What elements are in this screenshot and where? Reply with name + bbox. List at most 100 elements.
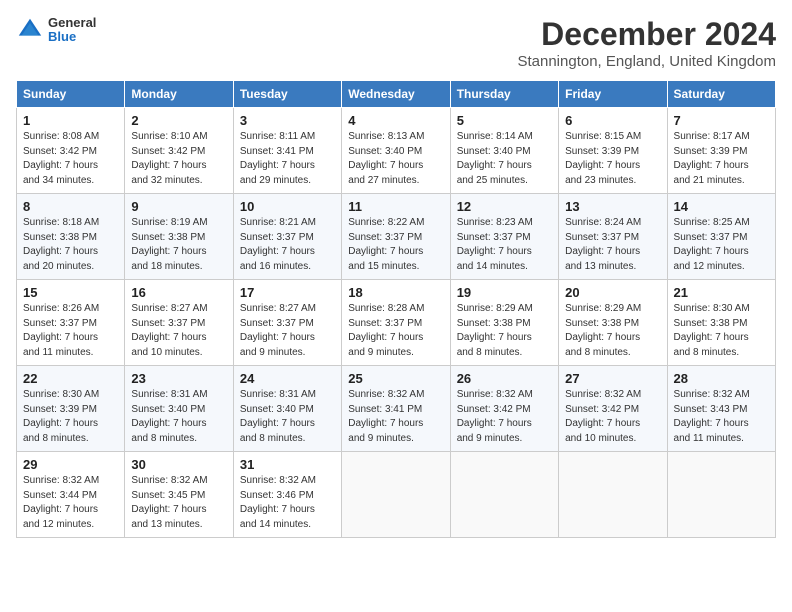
logo-icon [16,16,44,44]
day-number: 14 [674,199,769,214]
day-info: Sunrise: 8:19 AMSunset: 3:38 PMDaylight:… [131,216,226,274]
day-number: 12 [457,199,552,214]
day-info: Sunrise: 8:29 AMSunset: 3:38 PMDaylight:… [457,302,552,360]
day-number: 16 [131,285,226,300]
day-number: 23 [131,371,226,386]
day-number: 27 [565,371,660,386]
day-number: 19 [457,285,552,300]
col-header-monday: Monday [125,81,233,108]
calendar-cell: 18 Sunrise: 8:28 AMSunset: 3:37 PMDayligh… [342,280,450,366]
calendar-cell: 5Sunrise: 8:14 AMSunset: 3:40 PMDaylight… [450,108,558,194]
calendar-cell: 8 Sunrise: 8:18 AMSunset: 3:38 PMDaylight… [17,194,125,280]
day-info: Sunrise: 8:32 AMSunset: 3:42 PMDaylight:… [457,388,552,446]
day-number: 6 [565,113,660,128]
day-number: 20 [565,285,660,300]
day-number: 18 [348,285,443,300]
day-number: 2 [131,113,226,128]
day-number: 9 [131,199,226,214]
calendar-cell [342,452,450,538]
day-info: Sunrise: 8:27 AMSunset: 3:37 PMDaylight:… [240,302,335,360]
day-number: 25 [348,371,443,386]
day-info: Sunrise: 8:30 AMSunset: 3:38 PMDaylight:… [674,302,769,360]
day-info: Sunrise: 8:28 AMSunset: 3:37 PMDaylight:… [348,302,443,360]
day-number: 26 [457,371,552,386]
day-info: Sunrise: 8:14 AMSunset: 3:40 PMDaylight:… [457,130,552,188]
day-number: 4 [348,113,443,128]
day-number: 11 [348,199,443,214]
col-header-friday: Friday [559,81,667,108]
calendar-cell: 16 Sunrise: 8:27 AMSunset: 3:37 PMDayligh… [125,280,233,366]
calendar-cell: 9 Sunrise: 8:19 AMSunset: 3:38 PMDaylight… [125,194,233,280]
col-header-tuesday: Tuesday [233,81,341,108]
calendar-cell [559,452,667,538]
day-number: 1 [23,113,118,128]
location: Stannington, England, United Kingdom [517,53,776,70]
day-number: 8 [23,199,118,214]
day-number: 30 [131,457,226,472]
day-info: Sunrise: 8:13 AMSunset: 3:40 PMDaylight:… [348,130,443,188]
calendar-cell: 23 Sunrise: 8:31 AMSunset: 3:40 PMDayligh… [125,366,233,452]
calendar-cell: 7 Sunrise: 8:17 AMSunset: 3:39 PMDaylight… [667,108,775,194]
col-header-sunday: Sunday [17,81,125,108]
logo: General Blue [16,16,96,45]
day-info: Sunrise: 8:23 AMSunset: 3:37 PMDaylight:… [457,216,552,274]
calendar-table: SundayMondayTuesdayWednesdayThursdayFrid… [16,80,776,538]
calendar-header-row: SundayMondayTuesdayWednesdayThursdayFrid… [17,81,776,108]
calendar-cell: 15Sunrise: 8:26 AMSunset: 3:37 PMDayligh… [17,280,125,366]
calendar-cell: 25 Sunrise: 8:32 AMSunset: 3:41 PMDayligh… [342,366,450,452]
day-info: Sunrise: 8:31 AMSunset: 3:40 PMDaylight:… [131,388,226,446]
calendar-cell: 13Sunrise: 8:24 AMSunset: 3:37 PMDayligh… [559,194,667,280]
day-info: Sunrise: 8:32 AMSunset: 3:44 PMDaylight:… [23,474,118,532]
day-info: Sunrise: 8:21 AMSunset: 3:37 PMDaylight:… [240,216,335,274]
calendar-week-row: 8 Sunrise: 8:18 AMSunset: 3:38 PMDaylight… [17,194,776,280]
calendar-cell: 22 Sunrise: 8:30 AMSunset: 3:39 PMDayligh… [17,366,125,452]
calendar-cell: 11 Sunrise: 8:22 AMSunset: 3:37 PMDayligh… [342,194,450,280]
day-info: Sunrise: 8:27 AMSunset: 3:37 PMDaylight:… [131,302,226,360]
day-number: 22 [23,371,118,386]
day-info: Sunrise: 8:29 AMSunset: 3:38 PMDaylight:… [565,302,660,360]
calendar-cell: 28Sunrise: 8:32 AMSunset: 3:43 PMDayligh… [667,366,775,452]
calendar-cell: 19 Sunrise: 8:29 AMSunset: 3:38 PMDayligh… [450,280,558,366]
day-number: 24 [240,371,335,386]
col-header-wednesday: Wednesday [342,81,450,108]
day-number: 7 [674,113,769,128]
calendar-cell: 4 Sunrise: 8:13 AMSunset: 3:40 PMDaylight… [342,108,450,194]
day-number: 31 [240,457,335,472]
day-info: Sunrise: 8:24 AMSunset: 3:37 PMDaylight:… [565,216,660,274]
day-number: 21 [674,285,769,300]
calendar-cell: 30Sunrise: 8:32 AMSunset: 3:45 PMDayligh… [125,452,233,538]
day-info: Sunrise: 8:22 AMSunset: 3:37 PMDaylight:… [348,216,443,274]
calendar-cell: 12 Sunrise: 8:23 AMSunset: 3:37 PMDayligh… [450,194,558,280]
title-block: December 2024 Stannington, England, Unit… [517,16,776,70]
day-number: 15 [23,285,118,300]
calendar-cell: 2Sunrise: 8:10 AMSunset: 3:42 PMDaylight… [125,108,233,194]
calendar-cell: 26 Sunrise: 8:32 AMSunset: 3:42 PMDayligh… [450,366,558,452]
day-number: 28 [674,371,769,386]
day-info: Sunrise: 8:18 AMSunset: 3:38 PMDaylight:… [23,216,118,274]
calendar-week-row: 22 Sunrise: 8:30 AMSunset: 3:39 PMDayligh… [17,366,776,452]
logo-general: General [48,16,96,30]
logo-blue: Blue [48,30,96,44]
day-info: Sunrise: 8:25 AMSunset: 3:37 PMDaylight:… [674,216,769,274]
calendar-cell: 1Sunrise: 8:08 AMSunset: 3:42 PMDaylight… [17,108,125,194]
day-number: 29 [23,457,118,472]
calendar-cell [667,452,775,538]
logo-text: General Blue [48,16,96,45]
calendar-cell: 20 Sunrise: 8:29 AMSunset: 3:38 PMDayligh… [559,280,667,366]
calendar-cell: 10Sunrise: 8:21 AMSunset: 3:37 PMDayligh… [233,194,341,280]
calendar-cell: 17 Sunrise: 8:27 AMSunset: 3:37 PMDayligh… [233,280,341,366]
day-number: 17 [240,285,335,300]
day-info: Sunrise: 8:17 AMSunset: 3:39 PMDaylight:… [674,130,769,188]
day-info: Sunrise: 8:31 AMSunset: 3:40 PMDaylight:… [240,388,335,446]
col-header-saturday: Saturday [667,81,775,108]
day-info: Sunrise: 8:32 AMSunset: 3:42 PMDaylight:… [565,388,660,446]
calendar-week-row: 1Sunrise: 8:08 AMSunset: 3:42 PMDaylight… [17,108,776,194]
day-info: Sunrise: 8:30 AMSunset: 3:39 PMDaylight:… [23,388,118,446]
calendar-cell: 31Sunrise: 8:32 AMSunset: 3:46 PMDayligh… [233,452,341,538]
page-header: General Blue December 2024 Stannington, … [16,16,776,70]
calendar-cell: 21 Sunrise: 8:30 AMSunset: 3:38 PMDayligh… [667,280,775,366]
col-header-thursday: Thursday [450,81,558,108]
calendar-cell: 6Sunrise: 8:15 AMSunset: 3:39 PMDaylight… [559,108,667,194]
month-title: December 2024 [517,16,776,53]
day-info: Sunrise: 8:32 AMSunset: 3:41 PMDaylight:… [348,388,443,446]
